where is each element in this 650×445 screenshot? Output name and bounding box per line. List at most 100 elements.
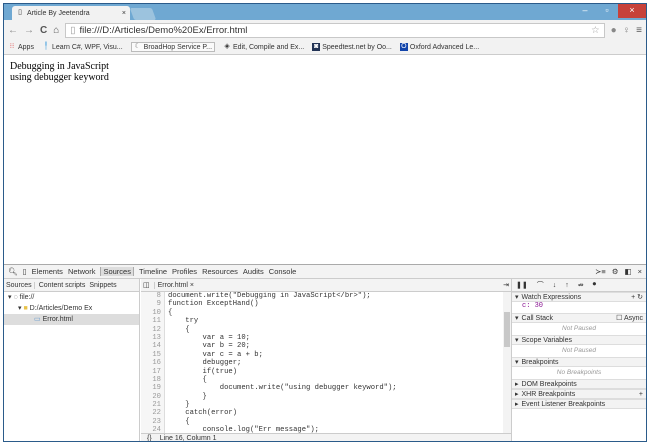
code-line: 24 console.log("Err message"); xyxy=(141,426,511,433)
menu-icon[interactable]: ≡ xyxy=(636,25,642,36)
bookmark-item[interactable]: ☾ BroadHop Service P... xyxy=(130,42,216,52)
line-number[interactable]: 22 xyxy=(141,409,165,418)
code-text: debugger; xyxy=(168,359,242,368)
scrollbar-thumb[interactable] xyxy=(504,312,510,347)
line-number[interactable]: 21 xyxy=(141,401,165,410)
pause-icon[interactable]: ❚❚ xyxy=(516,281,528,289)
oxford-icon: O xyxy=(399,43,408,51)
tab-timeline[interactable]: Timeline xyxy=(139,267,167,276)
file-tab-error-html[interactable]: Error.html × xyxy=(153,281,194,289)
drawer-icon[interactable]: ≻≡ xyxy=(595,267,606,276)
close-button[interactable]: × xyxy=(618,4,646,18)
search-icon[interactable]: 🔍︎ xyxy=(8,267,18,276)
code-line: 15 var c = a + b; xyxy=(141,350,511,360)
line-number[interactable]: 17 xyxy=(141,367,165,376)
line-number[interactable]: 23 xyxy=(141,417,165,427)
add-icon[interactable]: + ↻ xyxy=(631,293,643,301)
tab-elements[interactable]: Elements xyxy=(32,267,63,276)
nav-tab-content-scripts[interactable]: Content scripts xyxy=(39,282,86,289)
code-area[interactable]: 8 document.write("Debugging in JavaScript… xyxy=(141,292,511,433)
bookmark-icon: ◈ xyxy=(224,43,230,50)
bookmark-label: Apps xyxy=(18,43,34,51)
editor-scrollbar[interactable] xyxy=(503,292,511,433)
code-line: 22 catch(error) xyxy=(141,409,511,418)
gear-icon[interactable]: ⚙ xyxy=(612,267,619,276)
line-number[interactable]: 12 xyxy=(141,325,165,334)
line-number[interactable]: 24 xyxy=(141,426,165,433)
tab-sources[interactable]: Sources xyxy=(100,267,134,276)
tree-item-error-html[interactable]: ▭ Error.html xyxy=(4,314,139,325)
line-number[interactable]: 15 xyxy=(141,350,165,360)
line-number[interactable]: 9 xyxy=(141,300,165,309)
dock-icon[interactable]: ◧ xyxy=(625,267,632,276)
scope-variables-header[interactable]: ▾ Scope Variables xyxy=(512,335,646,345)
step-out-icon[interactable]: ↑ xyxy=(565,282,569,289)
browser-window: ▯ Article By Jeetendra × – ▫ × ← → C ⌂ ▯ file://… xyxy=(3,3,647,442)
line-number[interactable]: 19 xyxy=(141,384,165,393)
call-stack-header[interactable]: ▾ Call Stack ☐ Async xyxy=(512,313,646,323)
bookmark-icon: ╿ xyxy=(43,43,49,50)
tree-item-file[interactable]: ▾ ◌ file:// xyxy=(4,292,139,303)
toggle-debugger-icon[interactable]: ⇥ xyxy=(503,281,509,289)
async-checkbox[interactable]: ☐ Async xyxy=(616,314,643,322)
step-into-icon[interactable]: ↓ xyxy=(553,282,557,289)
code-line: 12 { xyxy=(141,325,511,334)
line-number[interactable]: 20 xyxy=(141,392,165,402)
bookmark-item[interactable]: ◈ Edit, Compile and Ex... xyxy=(223,43,304,51)
home-icon[interactable]: ⌂ xyxy=(53,25,59,36)
tab-network[interactable]: Network xyxy=(68,267,96,276)
line-number[interactable]: 16 xyxy=(141,359,165,368)
star-icon[interactable]: ☆ xyxy=(591,25,600,36)
line-number[interactable]: 8 xyxy=(141,292,165,301)
forward-icon[interactable]: → xyxy=(24,25,34,36)
tab-article[interactable]: ▯ Article By Jeetendra × xyxy=(12,6,130,20)
devtools-toolbar: 🔍︎ ▯ Elements Network Sources Timeline Pr… xyxy=(4,265,646,279)
watch-expressions-header[interactable]: ▾ Watch Expressions + ↻ xyxy=(512,292,646,302)
line-number[interactable]: 11 xyxy=(141,317,165,326)
step-over-icon[interactable]: ⌒ xyxy=(537,280,544,290)
new-tab-button[interactable] xyxy=(129,8,157,20)
tab-console[interactable]: Console xyxy=(269,267,297,276)
pause-on-exceptions-icon[interactable]: ⏺ xyxy=(593,281,597,289)
code-text: { xyxy=(168,325,190,334)
line-number[interactable]: 13 xyxy=(141,333,165,343)
extension-icon[interactable]: ● xyxy=(611,25,617,36)
pretty-print-button[interactable]: {} xyxy=(147,435,152,441)
tab-audits[interactable]: Audits xyxy=(243,267,264,276)
navigator-panel: Sources Content scripts Snippets ▾ ◌ file:… xyxy=(4,279,140,441)
tab-close-button[interactable]: × xyxy=(122,10,126,17)
line-number[interactable]: 18 xyxy=(141,375,165,385)
bookmark-item[interactable]: ╿ Learn C#, WPF, Visu... xyxy=(42,43,123,51)
nav-tab-sources[interactable]: Sources xyxy=(6,281,35,289)
bookmark-item[interactable]: O Oxford Advanced Le... xyxy=(399,43,479,51)
deactivate-breakpoints-icon[interactable]: ⇏ xyxy=(578,281,584,289)
code-text: function ExceptHand() xyxy=(168,300,259,309)
add-icon[interactable]: + xyxy=(639,391,643,398)
bookmark-apps[interactable]: ⁝⁝ Apps xyxy=(8,43,34,51)
xhr-breakpoints-header[interactable]: ▸ XHR Breakpoints + xyxy=(512,389,646,399)
toggle-navigator-icon[interactable]: ◫ xyxy=(143,281,150,289)
extension-icon-2[interactable]: ♀ xyxy=(623,25,631,36)
line-number[interactable]: 10 xyxy=(141,308,165,318)
event-listener-breakpoints-header[interactable]: ▸ Event Listener Breakpoints xyxy=(512,399,646,409)
close-devtools-icon[interactable]: × xyxy=(638,267,642,276)
back-icon[interactable]: ← xyxy=(8,25,18,36)
dom-breakpoints-header[interactable]: ▸ DOM Breakpoints xyxy=(512,379,646,389)
reload-icon[interactable]: C xyxy=(40,25,47,36)
device-icon[interactable]: ▯ xyxy=(23,267,27,276)
breakpoints-header[interactable]: ▾ Breakpoints xyxy=(512,357,646,367)
address-bar[interactable]: ▯ file:///D:/Articles/Demo%20Ex/Error.htm… xyxy=(65,22,605,38)
maximize-button[interactable]: ▫ xyxy=(596,4,618,18)
page-text: Debugging in JavaScript xyxy=(10,61,109,72)
tree-item-folder[interactable]: ▾ ■ D:/Articles/Demo Ex xyxy=(4,303,139,314)
minimize-button[interactable]: – xyxy=(574,4,596,18)
tab-profiles[interactable]: Profiles xyxy=(172,267,197,276)
code-text: console.log("Err message"); xyxy=(168,426,319,433)
tab-resources[interactable]: Resources xyxy=(202,267,238,276)
cursor-position: Line 16, Column 1 xyxy=(159,435,217,442)
bookmark-item[interactable]: ◙ Speedtest.net by Oo... xyxy=(312,43,392,51)
breakpoints-status: No Breakpoints xyxy=(556,369,602,376)
tab-title: Article By Jeetendra xyxy=(27,9,90,17)
line-number[interactable]: 14 xyxy=(141,342,165,351)
nav-tab-snippets[interactable]: Snippets xyxy=(89,282,116,289)
